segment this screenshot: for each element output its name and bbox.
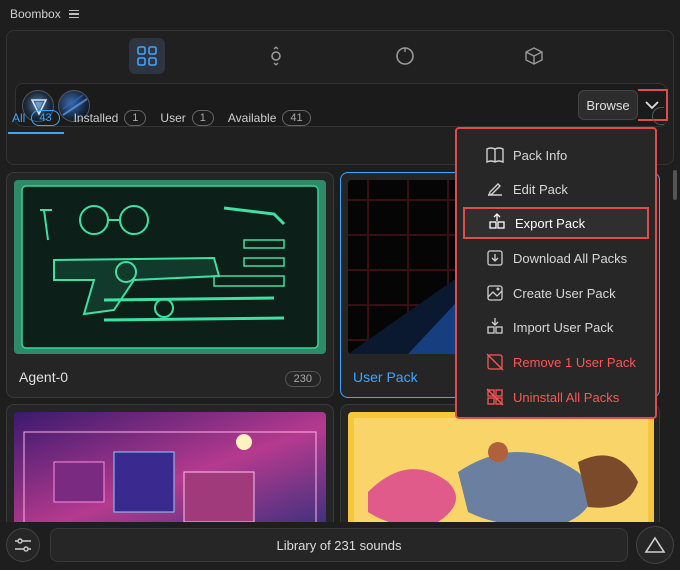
nav-tabs: [7, 31, 673, 81]
menu-item-label: Edit Pack: [513, 181, 568, 197]
scrollbar-thumb[interactable]: [673, 170, 677, 200]
menu-item-pack-info[interactable]: Pack Info: [463, 139, 649, 171]
pack-name: Agent-0: [19, 369, 69, 385]
pack-cover-art: [14, 180, 326, 354]
filter-label: All: [12, 111, 26, 125]
grid-icon: [136, 46, 157, 66]
menu-item-remove-user-pack[interactable]: Remove 1 User Pack: [463, 346, 649, 378]
app-title: Boombox: [10, 7, 61, 21]
animals-illustration-icon: [354, 418, 648, 522]
pack-sound-count: 230: [284, 371, 321, 387]
pack-card-neon-city[interactable]: [6, 404, 334, 522]
browse-button[interactable]: Browse: [578, 90, 638, 120]
filter-label: Available: [227, 111, 277, 125]
menu-item-uninstall-all[interactable]: Uninstall All Packs: [463, 381, 649, 413]
uninstall-icon: [485, 387, 505, 407]
pack-cover-art: [348, 412, 654, 522]
filter-count: 1: [124, 110, 147, 126]
menu-item-export-pack[interactable]: Export Pack: [463, 207, 649, 239]
hamburger-menu-icon[interactable]: [68, 9, 79, 19]
menu-item-label: Pack Info: [513, 147, 568, 163]
filter-count: 41: [282, 110, 311, 126]
menu-item-download-all[interactable]: Download All Packs: [463, 242, 649, 274]
filter-count: 43: [31, 110, 60, 126]
image-plus-icon: [485, 283, 505, 303]
play-button[interactable]: [636, 526, 674, 564]
menu-item-label: Export Pack: [515, 215, 586, 231]
search-icon: [270, 46, 281, 66]
pack-card-agent[interactable]: Agent-0 230: [6, 172, 334, 398]
pack-name: User Pack: [353, 369, 418, 385]
weapons-illustration-icon: [21, 185, 319, 349]
menu-item-label: Uninstall All Packs: [513, 389, 620, 405]
menu-item-edit-pack[interactable]: Edit Pack: [463, 173, 649, 205]
circle-icon: [395, 47, 414, 65]
menu-item-label: Import User Pack: [513, 319, 614, 335]
pack-cover-art: [14, 412, 326, 522]
settings-button[interactable]: [6, 528, 40, 562]
filter-label: Installed: [73, 111, 119, 125]
tab-grid[interactable]: [128, 38, 165, 74]
sliders-icon: [15, 538, 31, 552]
filter-all[interactable]: All 43: [8, 110, 64, 134]
filter-tabs: All 43 Installed 1 User 1 Available 41: [8, 106, 325, 134]
filter-user[interactable]: User 1: [160, 110, 214, 126]
tab-package[interactable]: [516, 38, 552, 74]
filter-overflow-pill: [652, 107, 664, 125]
image-off-icon: [485, 352, 505, 372]
menu-item-label: Download All Packs: [513, 250, 628, 266]
package-icon: [524, 47, 543, 65]
filter-installed[interactable]: Installed 1: [74, 110, 147, 126]
tab-search[interactable]: [258, 38, 294, 74]
edit-icon: [485, 179, 505, 199]
tab-circle[interactable]: [387, 38, 423, 74]
download-icon: [485, 248, 505, 268]
menu-item-label: Create User Pack: [513, 285, 616, 301]
bottom-bar: Library of 231 sounds: [0, 522, 680, 570]
filter-count: 1: [191, 110, 214, 126]
import-icon: [485, 317, 505, 337]
library-summary: Library of 231 sounds: [50, 528, 628, 562]
city-illustration-icon: [23, 431, 317, 522]
triangle-up-icon: [644, 536, 666, 553]
filter-label: User: [160, 111, 186, 125]
menu-item-import-user-pack[interactable]: Import User Pack: [463, 311, 649, 343]
menu-item-create-user-pack[interactable]: Create User Pack: [463, 277, 649, 309]
pack-options-menu: Pack Info Edit Pack Export Pack Download…: [455, 127, 657, 419]
pack-card-wildlife[interactable]: [340, 404, 660, 522]
export-icon: [487, 213, 507, 233]
filter-available[interactable]: Available 41: [228, 110, 311, 126]
book-icon: [485, 145, 505, 165]
menu-item-label: Remove 1 User Pack: [513, 354, 636, 370]
title-bar: Boombox: [0, 0, 680, 28]
